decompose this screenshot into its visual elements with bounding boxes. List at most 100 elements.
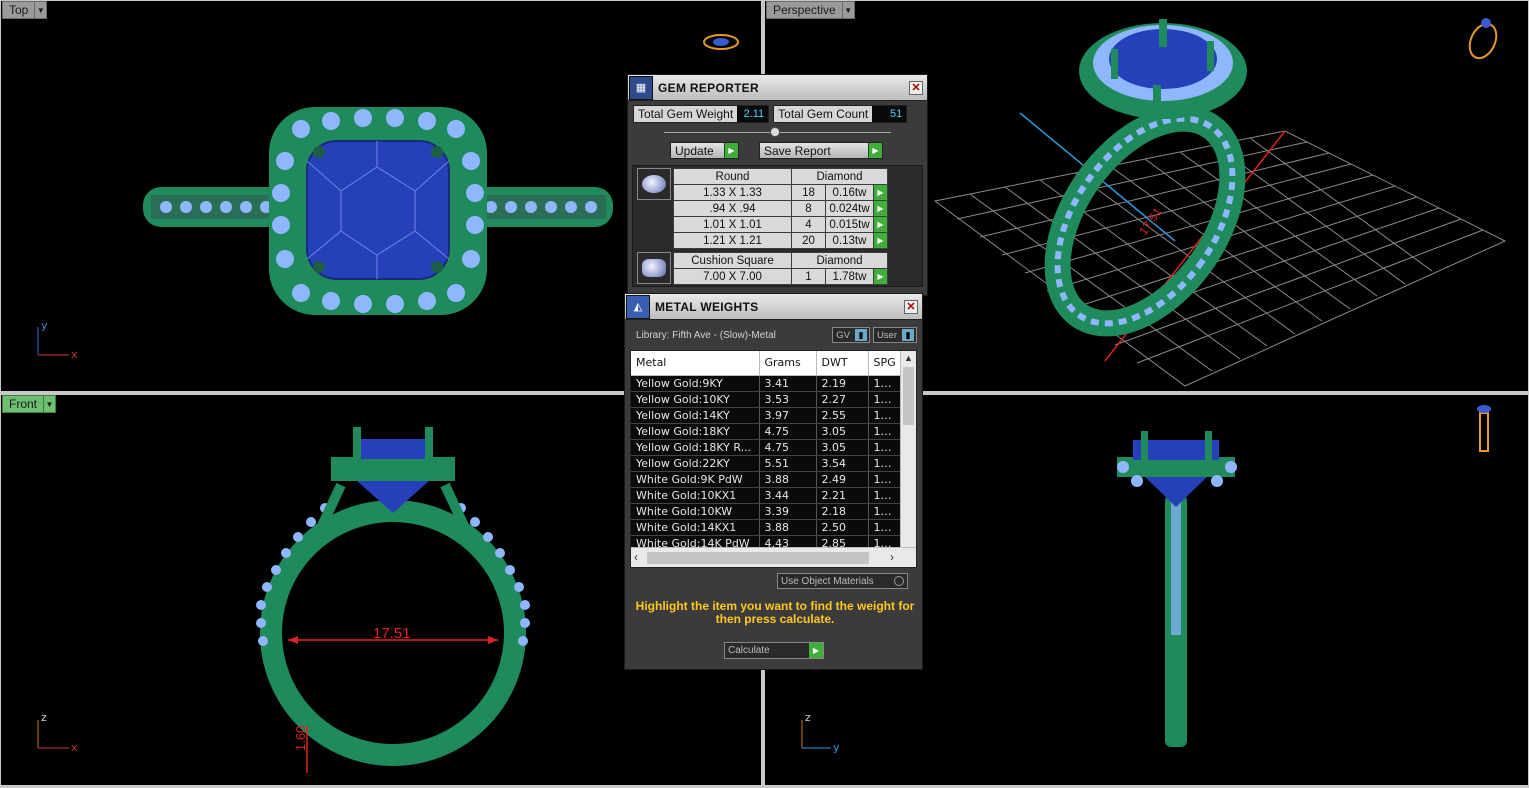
metal-name-cell: White Gold:14KX1 (631, 519, 760, 536)
play-arrow-icon: ▶ (868, 143, 882, 158)
table-row[interactable]: Yellow Gold:14KY3.972.5512.88 (631, 407, 902, 424)
gem-count: 1 (791, 268, 826, 285)
spg-cell: 17.89 (868, 455, 902, 472)
gem-shape: Cushion Square (673, 252, 792, 269)
gem-count: 18 (791, 184, 826, 201)
total-gem-weight: Total Gem Weight 2.11 (633, 105, 770, 123)
column-header-grams[interactable]: Grams (759, 351, 817, 376)
ring-orientation-icon[interactable] (1465, 18, 1502, 62)
dwt-cell: 2.27 (816, 391, 869, 408)
column-header-metal[interactable]: Metal (631, 351, 760, 376)
metal-weights-title: METAL WEIGHTS (655, 299, 759, 314)
toggle-user-label: User (876, 329, 897, 341)
viewport-label-text: Top (9, 3, 29, 17)
chevron-down-icon[interactable]: ▼ (43, 396, 55, 412)
metal-weights-header[interactable]: ◭ METAL WEIGHTS ✕ (625, 294, 922, 320)
chevron-down-icon[interactable]: ▼ (34, 2, 46, 18)
gem-row[interactable]: 1.01 X 1.01 4 0.015tw ▶ (673, 216, 888, 233)
table-row[interactable]: Yellow Gold:22KY5.513.5417.89 (631, 455, 902, 472)
viewport-label-perspective[interactable]: Perspective ▼ (766, 1, 855, 19)
scroll-thumb[interactable] (903, 367, 914, 425)
metal-name-cell: Yellow Gold:22KY (631, 455, 760, 472)
play-arrow-icon[interactable]: ▶ (873, 184, 888, 201)
vertical-scrollbar[interactable]: ▲ (900, 351, 916, 547)
scroll-right-icon[interactable]: › (890, 550, 894, 564)
spg-cell: 15.41 (868, 439, 902, 456)
gem-weight: 1.78tw (825, 268, 874, 285)
table-row[interactable]: Yellow Gold:18KY4.753.0515.41 (631, 423, 902, 440)
table-row[interactable]: White Gold:10KW3.392.1810.99 (631, 503, 902, 520)
gem-group-cushion: Cushion Square Diamond 7.00 X 7.00 1 1.7… (637, 252, 918, 285)
dwt-cell: 3.05 (816, 423, 869, 440)
viewport-label-top[interactable]: Top ▼ (2, 1, 48, 19)
gem-row[interactable]: 1.33 X 1.33 18 0.16tw ▶ (673, 184, 888, 201)
play-arrow-icon[interactable]: ▶ (873, 200, 888, 217)
scroll-left-icon[interactable]: ‹ (634, 550, 638, 564)
axis-x-label: x (71, 348, 78, 361)
scroll-thumb[interactable] (647, 552, 869, 564)
ring-orientation-icon[interactable] (1477, 405, 1491, 452)
table-row[interactable]: Yellow Gold:10KY3.532.2711.45 (631, 391, 902, 408)
spg-cell: 11.08 (868, 375, 902, 392)
gem-count: 20 (791, 232, 826, 249)
table-row[interactable]: White Gold:14KX13.882.5012.61 (631, 519, 902, 536)
gem-reporter-header[interactable]: ▦ GEM REPORTER ✕ (628, 75, 927, 101)
axis-y-label: y (41, 319, 48, 332)
table-row[interactable]: White Gold:9K PdW3.882.4912.59 (631, 471, 902, 488)
close-icon[interactable]: ✕ (909, 80, 923, 95)
dwt-cell: 2.55 (816, 407, 869, 424)
horizontal-scrollbar[interactable]: ‹ › (631, 547, 916, 567)
grams-cell: 3.53 (759, 391, 817, 408)
scroll-up-icon[interactable]: ▲ (901, 351, 916, 365)
gem-row[interactable]: .94 X .94 8 0.024tw ▶ (673, 200, 888, 217)
play-arrow-icon[interactable]: ▶ (873, 232, 888, 249)
dwt-cell: 3.05 (816, 439, 869, 456)
grams-cell: 3.44 (759, 487, 817, 504)
table-row[interactable]: White Gold:10KX13.442.2111.18 (631, 487, 902, 504)
close-icon[interactable]: ✕ (904, 299, 918, 314)
grams-cell: 3.88 (759, 519, 817, 536)
radio-icon[interactable] (894, 576, 904, 586)
gem-row[interactable]: 1.21 X 1.21 20 0.13tw ▶ (673, 232, 888, 249)
desktop-root: y x Top ▼ 17.51 Perspective ▼ 17.51 1.60… (0, 0, 1529, 788)
gem-reporter-title: GEM REPORTER (658, 80, 759, 95)
play-arrow-icon[interactable]: ▶ (873, 216, 888, 233)
metal-name-cell: Yellow Gold:18KY R... (631, 439, 760, 456)
column-header-dwt[interactable]: DWT (816, 351, 869, 376)
table-row[interactable]: Yellow Gold:9KY3.412.1911.08 (631, 375, 902, 392)
gem-size: 1.01 X 1.01 (673, 216, 792, 233)
toggle-user[interactable]: User ▮ (872, 327, 917, 343)
column-header-spg[interactable]: SPG (868, 351, 902, 376)
use-object-materials-toggle[interactable]: Use Object Materials (777, 573, 908, 589)
head-front (331, 457, 455, 481)
metal-weights-logo-icon: ◭ (626, 294, 650, 319)
ring-orientation-icon[interactable] (703, 34, 739, 50)
chevron-down-icon[interactable]: ▼ (841, 2, 854, 18)
gem-reporter-logo-icon: ▦ (629, 75, 653, 100)
round-gem-icon (637, 168, 671, 200)
toggle-gv-label: GV (836, 329, 850, 341)
gem-weight: 0.024tw (825, 200, 874, 217)
table-row[interactable]: Yellow Gold:18KY R...4.753.0515.41 (631, 439, 902, 456)
play-arrow-icon[interactable]: ▶ (873, 268, 888, 285)
calculate-button[interactable]: Calculate ▶ (724, 642, 824, 659)
metal-library-label: Library: Fifth Ave - (Slow)-Metal (636, 329, 776, 341)
gem-size: 7.00 X 7.00 (673, 268, 792, 285)
grams-cell: 3.41 (759, 375, 817, 392)
slider-knob[interactable] (770, 127, 780, 137)
use-object-materials-label: Use Object Materials (781, 575, 874, 587)
update-button[interactable]: Update ▶ (670, 142, 739, 159)
grams-cell: 4.75 (759, 439, 817, 456)
play-arrow-icon: ▶ (724, 143, 738, 158)
update-button-label: Update (675, 143, 714, 158)
viewport-label-front[interactable]: Front ▼ (2, 395, 57, 413)
metal-name-cell: Yellow Gold:18KY (631, 423, 760, 440)
gem-row[interactable]: 7.00 X 7.00 1 1.78tw ▶ (673, 268, 888, 285)
save-report-button[interactable]: Save Report ▶ (759, 142, 883, 159)
toggle-indicator-icon: ▮ (902, 329, 914, 341)
toggle-gv[interactable]: GV ▮ (832, 327, 870, 343)
dwt-cell: 3.54 (816, 455, 869, 472)
cushion-gem-icon (637, 252, 671, 284)
gem-table-round: Round Diamond 1.33 X 1.33 18 0.16tw ▶ .9… (673, 168, 888, 249)
gem-reporter-slider[interactable] (664, 126, 891, 140)
